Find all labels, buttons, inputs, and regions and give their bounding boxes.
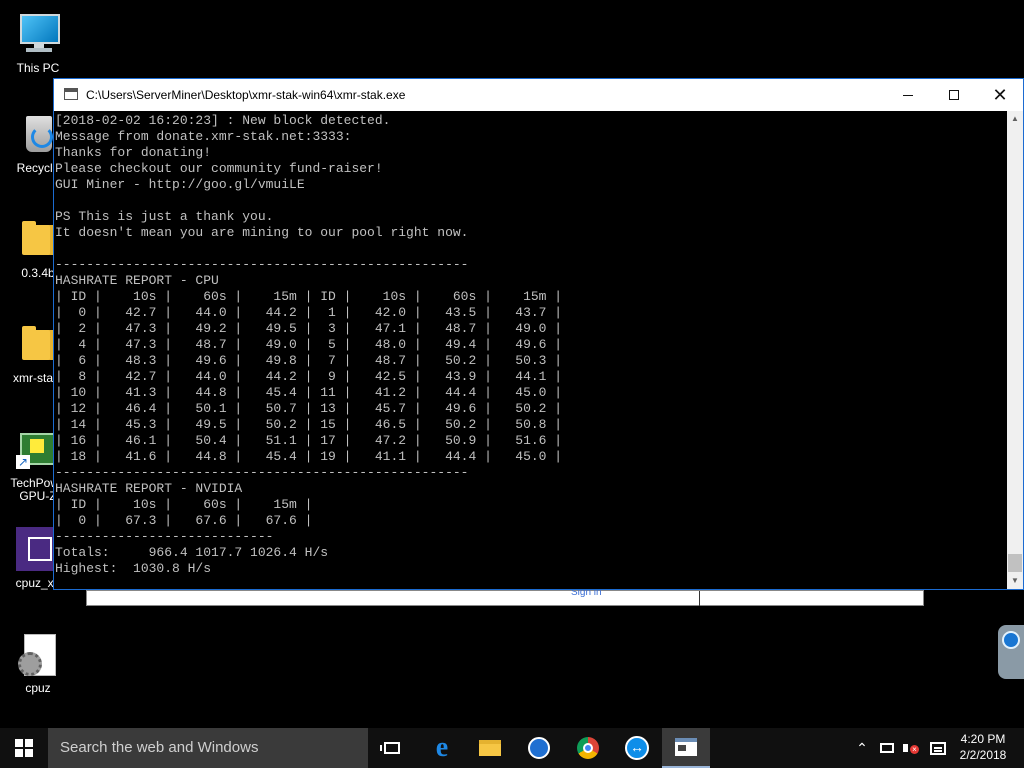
clock-date: 2/2/2018	[959, 748, 1007, 762]
desktop-icon-cpuz[interactable]: cpuz	[0, 630, 76, 695]
console-line: Highest: 1030.8 H/s	[55, 561, 212, 576]
console-text: [2018-02-02 16:20:23] : New block detect…	[54, 111, 1007, 577]
taskbar-console[interactable]	[662, 728, 710, 768]
scrollbar-thumb[interactable]	[1008, 554, 1022, 572]
taskbar-app[interactable]	[515, 728, 563, 768]
network-icon	[880, 743, 894, 753]
console-line: | 16 | 46.1 | 50.4 | 51.1 | 17 | 47.2 | …	[55, 433, 563, 448]
maximize-button[interactable]	[931, 79, 977, 111]
scroll-up-arrow-icon[interactable]: ▲	[1007, 111, 1023, 127]
desktop-icon-label: cpuz	[25, 681, 51, 695]
volume-button[interactable]: ×	[900, 728, 924, 768]
console-line: | ID | 10s | 60s | 15m | ID | 10s | 60s …	[55, 289, 563, 304]
console-line: ----------------------------------------…	[55, 465, 469, 480]
computer-icon	[14, 10, 62, 58]
console-window[interactable]: C:\Users\ServerMiner\Desktop\xmr-stak-wi…	[53, 78, 1024, 590]
search-box[interactable]: Search the web and Windows	[48, 728, 368, 768]
start-button[interactable]	[0, 728, 48, 768]
taskbar: Search the web and Windows e ⌃ × 4:20 PM…	[0, 728, 1024, 768]
console-line: | 0 | 42.7 | 44.0 | 44.2 | 1 | 42.0 | 43…	[55, 305, 563, 320]
task-view-icon	[380, 742, 400, 754]
console-line: ----------------------------	[55, 529, 274, 544]
console-app-icon[interactable]	[64, 88, 78, 100]
chrome-icon	[577, 737, 599, 759]
close-icon: ✕	[992, 85, 1008, 105]
teamviewer-side-panel[interactable]	[998, 625, 1024, 679]
notification-icon	[930, 741, 946, 755]
console-line: | 14 | 45.3 | 49.5 | 50.2 | 15 | 46.5 | …	[55, 417, 563, 432]
network-button[interactable]	[876, 728, 898, 768]
console-line: PS This is just a thank you.	[55, 209, 274, 224]
teamviewer-icon	[625, 736, 649, 760]
document-gear-icon	[14, 630, 62, 678]
scroll-down-arrow-icon[interactable]: ▼	[1007, 573, 1023, 589]
console-line: Thanks for donating!	[55, 145, 212, 160]
taskbar-chrome[interactable]	[564, 728, 612, 768]
console-line: | 0 | 67.3 | 67.6 | 67.6 |	[55, 513, 313, 528]
console-line: | 10 | 41.3 | 44.8 | 45.4 | 11 | 41.2 | …	[55, 385, 563, 400]
console-output[interactable]: [2018-02-02 16:20:23] : New block detect…	[54, 111, 1007, 589]
desktop-icon-label: This PC	[16, 61, 60, 75]
teamviewer-icon	[1002, 631, 1020, 649]
console-line: | ID | 10s | 60s | 15m |	[55, 497, 313, 512]
app-icon	[528, 737, 550, 759]
taskbar-file-explorer[interactable]	[466, 728, 514, 768]
console-line: HASHRATE REPORT - CPU	[55, 273, 219, 288]
folder-icon	[479, 740, 501, 756]
volume-muted-icon: ×	[903, 741, 921, 755]
taskbar-teamviewer[interactable]	[613, 728, 661, 768]
task-view-button[interactable]	[368, 728, 416, 768]
taskbar-edge[interactable]: e	[418, 728, 466, 768]
console-line: GUI Miner - http://goo.gl/vmuiLE	[55, 177, 305, 192]
console-line: | 12 | 46.4 | 50.1 | 50.7 | 13 | 45.7 | …	[55, 401, 563, 416]
maximize-icon	[949, 90, 959, 100]
chevron-up-icon: ⌃	[856, 739, 868, 756]
show-hidden-icons-button[interactable]: ⌃	[852, 728, 872, 768]
minimize-button[interactable]	[885, 79, 931, 111]
close-button[interactable]: ✕	[977, 79, 1023, 111]
console-line: | 8 | 42.7 | 44.0 | 44.2 | 9 | 42.5 | 43…	[55, 369, 563, 384]
console-line: | 2 | 47.3 | 49.2 | 49.5 | 3 | 47.1 | 48…	[55, 321, 563, 336]
window-divider	[699, 591, 700, 606]
vertical-scrollbar[interactable]: ▲ ▼	[1007, 111, 1023, 589]
action-center-button[interactable]	[926, 728, 950, 768]
clock[interactable]: 4:20 PM 2/2/2018	[952, 731, 1014, 763]
clock-time: 4:20 PM	[960, 732, 1006, 746]
minimize-icon	[903, 94, 913, 96]
windows-logo-icon	[15, 739, 33, 757]
console-line: ----------------------------------------…	[55, 257, 469, 272]
console-line: Message from donate.xmr-stak.net:3333:	[55, 129, 352, 144]
console-line: HASHRATE REPORT - NVIDIA	[55, 481, 243, 496]
console-line: Please checkout our community fund-raise…	[55, 161, 383, 176]
window-title: C:\Users\ServerMiner\Desktop\xmr-stak-wi…	[86, 88, 406, 102]
console-line: Totals: 966.4 1017.7 1026.4 H/s	[55, 545, 329, 560]
console-line: | 18 | 41.6 | 44.8 | 45.4 | 19 | 41.1 | …	[55, 449, 563, 464]
title-bar[interactable]: C:\Users\ServerMiner\Desktop\xmr-stak-wi…	[54, 79, 1023, 111]
console-icon	[675, 738, 697, 756]
console-line: [2018-02-02 16:20:23] : New block detect…	[55, 113, 391, 128]
console-line: | 4 | 47.3 | 48.7 | 49.0 | 5 | 48.0 | 49…	[55, 337, 563, 352]
console-line: It doesn't mean you are mining to our po…	[55, 225, 469, 240]
console-line: | 6 | 48.3 | 49.6 | 49.8 | 7 | 48.7 | 50…	[55, 353, 563, 368]
desktop-icon-this-pc[interactable]: This PC	[0, 10, 76, 75]
edge-icon: e	[435, 732, 449, 763]
background-window[interactable]: Sign in	[86, 587, 924, 606]
